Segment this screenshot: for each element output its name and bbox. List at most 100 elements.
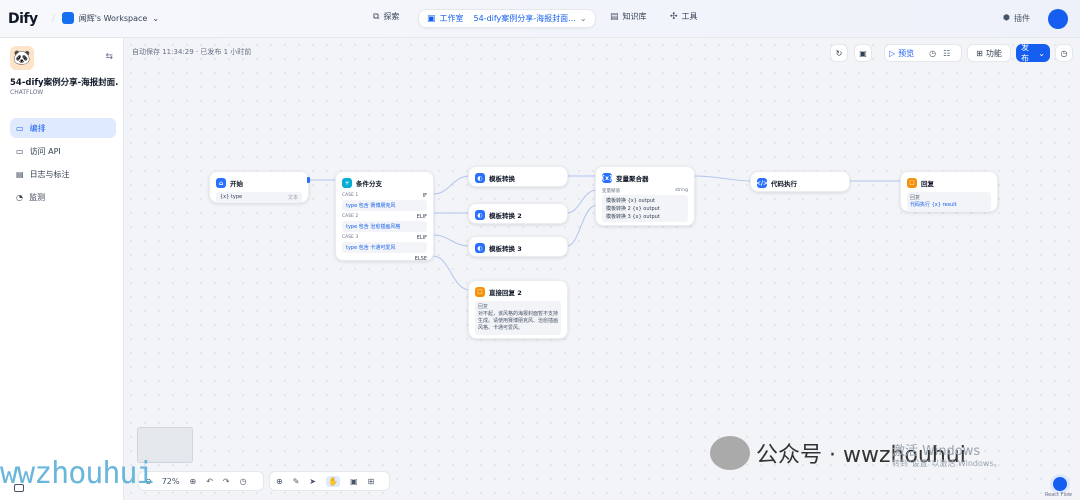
node-answer[interactable]: ☐ 回复 回复 代码执行 {x} result xyxy=(900,171,998,212)
node-template-3[interactable]: ◐ 模板转换 3 xyxy=(468,236,568,257)
zoom-level[interactable]: 72% xyxy=(162,477,180,486)
export-image-icon[interactable]: ▣ xyxy=(350,477,358,486)
node-direct-reply-2[interactable]: ☐ 直接回复 2 回复 对不起，该风格的海报封面暂不支持生成。请使用赛博朋克风、治愈… xyxy=(468,280,568,339)
current-app-breadcrumb[interactable]: 54-dify案例分享-海报封面... xyxy=(474,13,576,24)
switch-icon[interactable]: ⇆ xyxy=(105,52,113,62)
node-variable-aggregator[interactable]: {x} 变量聚合器 变量赋值 string 模板转换 {x} output 模板转换… xyxy=(595,166,695,226)
app-name: 54-dify案例分享-海报封面... xyxy=(10,78,118,88)
node-title: 直接回复 2 xyxy=(489,289,522,297)
case-3-condition: type 包含 卡通可爱风 xyxy=(342,242,427,253)
redo-icon[interactable]: ↷ xyxy=(223,477,230,486)
case-1: CASE 1 IF xyxy=(342,193,427,199)
node-title: 开始 xyxy=(230,180,243,188)
node-title: 代码执行 xyxy=(771,180,797,188)
case-2: CASE 2 ELIF xyxy=(342,214,427,220)
cube-icon: ⬢ xyxy=(1003,13,1010,22)
sidebar-item-logs[interactable]: ▤ 日志与标注 xyxy=(10,164,116,184)
compass-icon: ⧉ xyxy=(373,11,380,22)
note-icon[interactable]: ✎ xyxy=(293,477,300,486)
dify-logo[interactable]: Dify xyxy=(8,11,38,27)
chevron-down-icon: ⌄ xyxy=(152,13,160,23)
zoom-in-icon[interactable]: ⊕ xyxy=(189,477,196,486)
clock-icon[interactable]: ◷ xyxy=(1055,44,1073,62)
node-start[interactable]: ⌂ 开始 {x} type 文本 xyxy=(209,171,309,203)
code-icon: </> xyxy=(755,178,769,188)
nav-studio-label: 工作室 xyxy=(439,14,464,23)
node-title: 模板转换 3 xyxy=(489,245,522,253)
home-icon: ⌂ xyxy=(216,178,226,188)
publish-label: 发布 xyxy=(1021,43,1029,63)
node-template-1[interactable]: ◐ 模板转换 xyxy=(468,166,568,187)
nav-studio[interactable]: ▣ 工作室 54-dify案例分享-海报封面... ⌄ xyxy=(418,9,596,28)
nav-tools[interactable]: ✣ 工具 xyxy=(670,11,698,22)
grid-icon: ⊞ xyxy=(976,48,983,58)
node-title: 条件分支 xyxy=(356,180,382,188)
nav-knowledge-label: 知识库 xyxy=(622,12,647,21)
workspace-icon xyxy=(61,12,74,24)
template-icon: ◐ xyxy=(475,243,485,253)
workflow-canvas[interactable] xyxy=(124,38,1080,500)
avatar[interactable] xyxy=(1048,9,1068,29)
aggregator-group: 变量赋值 string xyxy=(602,188,688,194)
add-node-icon[interactable]: ⊕ xyxy=(276,477,283,486)
divider: / xyxy=(52,13,55,23)
reply-icon: ☐ xyxy=(907,178,917,188)
top-bar: Dify / 闻辉's Workspace ⌄ ⧉ 探索 ▣ 工作室 54-di… xyxy=(0,0,1080,38)
env-icon[interactable]: ▣ xyxy=(854,44,872,62)
node-title: 回复 xyxy=(921,180,934,188)
publish-button[interactable]: 发布 ⌄ xyxy=(1016,43,1050,63)
play-icon: ▷ xyxy=(889,48,896,58)
reply-text: 回复 对不起，该风格的海报封面暂不支持生成。请使用赛博朋克风、治愈插画风格、卡通可… xyxy=(475,301,561,335)
gauge-icon: ◔ xyxy=(16,192,23,202)
hand-icon[interactable]: ✋ xyxy=(326,475,341,487)
template-icon: ◐ xyxy=(475,210,485,220)
node-template-2[interactable]: ◐ 模板转换 2 xyxy=(468,203,568,224)
organize-icon[interactable]: ⊞ xyxy=(368,477,375,486)
aggregator-item: 模板转换 {x} output xyxy=(606,198,655,204)
sidebar-item-label: 编排 xyxy=(29,123,46,133)
chevron-down-icon: ⌄ xyxy=(579,14,587,23)
features-button[interactable]: ⊞ 功能 xyxy=(967,44,1011,62)
nav-tools-label: 工具 xyxy=(681,12,698,21)
plugin-label: 插件 xyxy=(1014,14,1030,23)
else-branch: ELSE xyxy=(414,256,427,262)
wechat-icon xyxy=(710,436,750,470)
checklist-icon[interactable]: ☷ xyxy=(943,49,950,58)
aggregator-icon: {x} xyxy=(600,173,614,183)
document-icon: ▤ xyxy=(16,169,24,179)
autosave-status: 自动保存 11:34:29 · 已发布 1 小时前 xyxy=(132,48,252,56)
template-icon: ◐ xyxy=(475,173,485,183)
nav-explore[interactable]: ⧉ 探索 xyxy=(373,11,399,22)
terminal-icon: ▭ xyxy=(16,146,24,156)
app-type: CHATFLOW xyxy=(10,89,44,96)
node-title: 模板转换 xyxy=(489,175,515,183)
node-condition[interactable]: ⑂ 条件分支 CASE 1 IF type 包含 赛博朋克风 CASE 2 ELIF … xyxy=(335,171,434,262)
case-3: CASE 3 ELIF xyxy=(342,235,427,241)
pointer-icon[interactable]: ➤ xyxy=(309,477,316,486)
workspace-selector[interactable]: / 闻辉's Workspace ⌄ xyxy=(52,12,159,24)
nav-knowledge[interactable]: ▤ 知识库 xyxy=(610,11,647,22)
sidebar-item-api[interactable]: ▭ 访问 API xyxy=(10,141,116,161)
undo-icon[interactable]: ↶ xyxy=(206,477,213,486)
canvas-tools: ⊕ ✎ ➤ ✋ ▣ ⊞ xyxy=(269,471,390,491)
sidebar-item-label: 日志与标注 xyxy=(29,169,70,179)
branch-icon: ⑂ xyxy=(342,178,352,188)
restore-icon[interactable]: ↻ xyxy=(830,44,848,62)
book-icon: ▤ xyxy=(610,11,619,22)
chevron-down-icon: ⌄ xyxy=(1038,48,1045,58)
workspace-name: 闻辉's Workspace xyxy=(78,13,148,23)
node-code[interactable]: </> 代码执行 xyxy=(750,171,850,192)
features-label: 功能 xyxy=(985,48,1002,58)
answer-content: 回复 代码执行 {x} result xyxy=(907,192,991,212)
start-variable: {x} type 文本 xyxy=(216,192,302,203)
history-icon[interactable]: ◷ xyxy=(929,49,936,58)
preview-button[interactable]: ▷ 预览 ◷ ☷ xyxy=(884,44,962,62)
node-handle[interactable] xyxy=(307,177,310,183)
plugin-button[interactable]: ⬢ 插件 xyxy=(1003,13,1030,24)
activate-windows-hint: 转到"设置"以激活 Windows。 xyxy=(892,459,1002,468)
robot-icon: ▣ xyxy=(427,13,436,24)
sidebar-item-orchestrate[interactable]: ▭ 编排 xyxy=(10,118,116,138)
history-icon[interactable]: ◷ xyxy=(240,477,247,486)
case-1-condition: type 包含 赛博朋克风 xyxy=(342,200,427,211)
sidebar-item-monitor[interactable]: ◔ 监测 xyxy=(10,187,116,207)
